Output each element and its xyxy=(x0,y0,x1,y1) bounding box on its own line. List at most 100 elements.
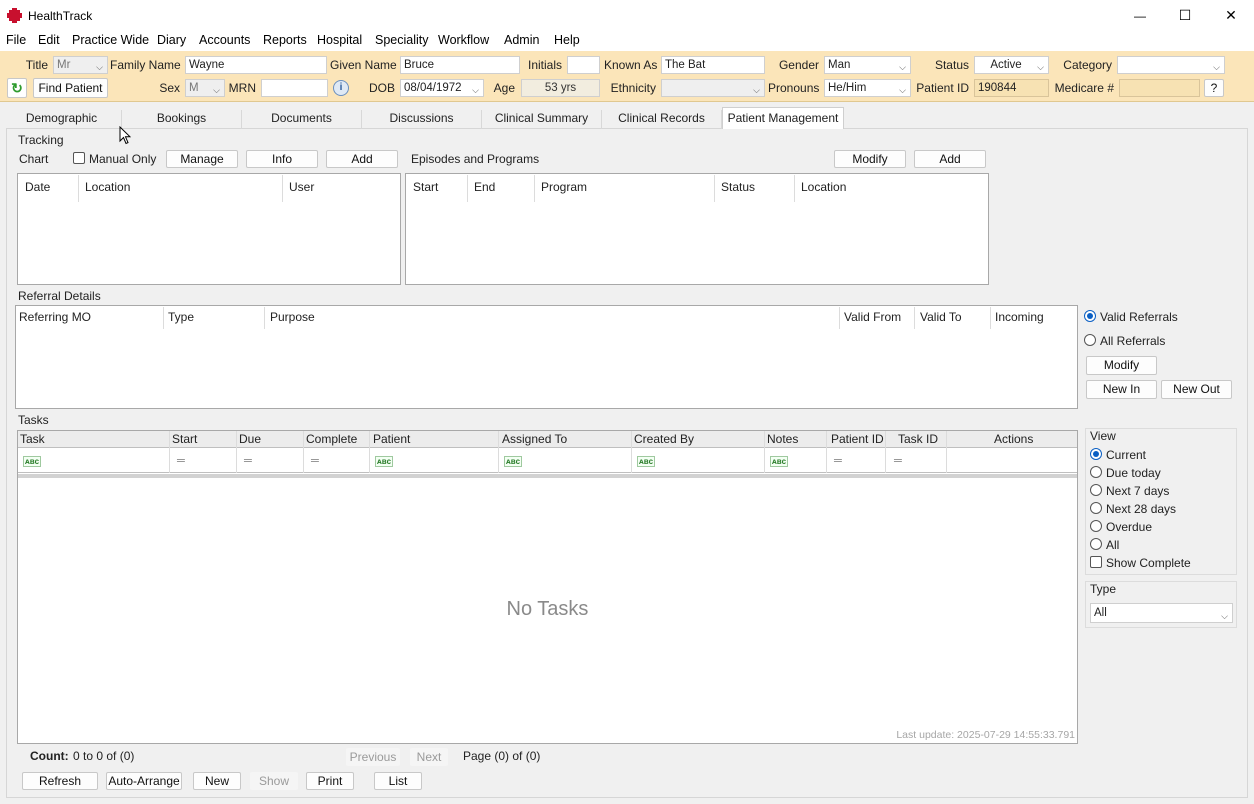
tab-demographic[interactable]: Demographic xyxy=(2,110,122,129)
print-button[interactable]: Print xyxy=(306,772,354,790)
manual-only-label[interactable]: Manual Only xyxy=(89,152,156,166)
title-select[interactable]: Mr ⌵ xyxy=(53,56,108,74)
view-next-28-days-radio[interactable] xyxy=(1090,502,1102,514)
valid-referrals-label[interactable]: Valid Referrals xyxy=(1100,310,1178,324)
tab-clinical-records[interactable]: Clinical Records xyxy=(602,110,722,129)
new-in-button[interactable]: New In xyxy=(1086,380,1157,399)
sex-select[interactable]: M ⌵ xyxy=(185,79,225,97)
tasks-col-assigned-to[interactable]: Assigned To xyxy=(502,432,567,446)
previous-page-button[interactable]: Previous xyxy=(346,748,400,766)
equals-filter-icon[interactable]: ═ xyxy=(177,456,185,467)
view-due-today-label[interactable]: Due today xyxy=(1106,466,1161,480)
info-button[interactable]: Info xyxy=(246,150,318,168)
menu-hospital[interactable]: Hospital xyxy=(317,33,362,47)
pronouns-select[interactable]: He/Him ⌵ xyxy=(824,79,911,97)
status-select[interactable]: Active ⌵ xyxy=(974,56,1049,74)
maximize-button[interactable]: ☐ xyxy=(1162,0,1208,31)
tab-clinical-summary[interactable]: Clinical Summary xyxy=(482,110,602,129)
view-current-label[interactable]: Current xyxy=(1106,448,1146,462)
tracking-add-button[interactable]: Add xyxy=(326,150,398,168)
tab-discussions[interactable]: Discussions xyxy=(362,110,482,129)
new-out-button[interactable]: New Out xyxy=(1161,380,1232,399)
list-button[interactable]: List xyxy=(374,772,422,790)
help-button[interactable]: ? xyxy=(1204,79,1224,97)
tab-documents[interactable]: Documents xyxy=(242,110,362,129)
show-complete-label[interactable]: Show Complete xyxy=(1106,556,1191,570)
manual-only-checkbox[interactable] xyxy=(73,152,85,164)
find-patient-button[interactable]: Find Patient xyxy=(33,78,108,98)
medicare-field[interactable] xyxy=(1119,79,1200,97)
refresh-patient-button[interactable]: ↻ xyxy=(7,78,27,98)
manage-button[interactable]: Manage xyxy=(166,150,238,168)
referral-col-valid-from[interactable]: Valid From xyxy=(844,310,901,324)
tasks-col-task-id[interactable]: Task ID xyxy=(898,432,938,446)
mrn-field[interactable] xyxy=(261,79,328,97)
menu-file[interactable]: File xyxy=(6,33,26,47)
menu-accounts[interactable]: Accounts xyxy=(199,33,250,47)
text-filter-icon[interactable]: ᴀʙc xyxy=(637,456,656,467)
tracking-table[interactable] xyxy=(17,173,401,285)
referral-col-incoming[interactable]: Incoming xyxy=(995,310,1044,324)
gender-select[interactable]: Man ⌵ xyxy=(824,56,911,74)
show-complete-checkbox[interactable] xyxy=(1090,556,1102,568)
close-button[interactable]: ✕ xyxy=(1208,0,1254,31)
episodes-col-location[interactable]: Location xyxy=(801,180,846,194)
text-filter-icon[interactable]: ᴀʙc xyxy=(770,456,789,467)
menu-admin[interactable]: Admin xyxy=(504,33,539,47)
category-select[interactable]: ⌵ xyxy=(1117,56,1225,74)
all-referrals-radio[interactable] xyxy=(1084,334,1096,346)
tracking-col-user[interactable]: User xyxy=(289,180,314,194)
view-all-label[interactable]: All xyxy=(1106,538,1119,552)
auto-arrange-button[interactable]: Auto-Arrange xyxy=(106,772,182,790)
equals-filter-icon[interactable]: ═ xyxy=(834,456,842,467)
view-next-7-days-label[interactable]: Next 7 days xyxy=(1106,484,1169,498)
view-all-radio[interactable] xyxy=(1090,538,1102,550)
episodes-col-end[interactable]: End xyxy=(474,180,495,194)
all-referrals-label[interactable]: All Referrals xyxy=(1100,334,1165,348)
view-due-today-radio[interactable] xyxy=(1090,466,1102,478)
tab-patient-management[interactable]: Patient Management xyxy=(722,107,844,129)
tasks-col-notes[interactable]: Notes xyxy=(767,432,798,446)
view-overdue-label[interactable]: Overdue xyxy=(1106,520,1152,534)
tasks-col-start[interactable]: Start xyxy=(172,432,197,446)
tasks-col-created-by[interactable]: Created By xyxy=(634,432,694,446)
episodes-col-start[interactable]: Start xyxy=(413,180,438,194)
referral-col-purpose[interactable]: Purpose xyxy=(270,310,315,324)
type-select[interactable]: All ⌵ xyxy=(1090,603,1233,623)
dob-field[interactable]: 08/04/1972 ⌵ xyxy=(400,79,484,97)
equals-filter-icon[interactable]: ═ xyxy=(244,456,252,467)
referral-col-type[interactable]: Type xyxy=(168,310,194,324)
view-next-28-days-label[interactable]: Next 28 days xyxy=(1106,502,1176,516)
info-icon[interactable]: i xyxy=(333,80,349,96)
refresh-button[interactable]: Refresh xyxy=(22,772,98,790)
tasks-col-patient-id[interactable]: Patient ID xyxy=(831,432,884,446)
tasks-col-task[interactable]: Task xyxy=(20,432,45,446)
minimize-button[interactable]: — xyxy=(1117,0,1163,31)
equals-filter-icon[interactable]: ═ xyxy=(311,456,319,467)
new-task-button[interactable]: New xyxy=(193,772,241,790)
tracking-col-date[interactable]: Date xyxy=(25,180,50,194)
tasks-col-patient[interactable]: Patient xyxy=(373,432,410,446)
show-task-button[interactable]: Show xyxy=(250,772,298,790)
menu-practice-wide[interactable]: Practice Wide xyxy=(72,33,149,47)
referral-modify-button[interactable]: Modify xyxy=(1086,356,1157,375)
episodes-modify-button[interactable]: Modify xyxy=(834,150,906,168)
view-current-radio[interactable] xyxy=(1090,448,1102,460)
episodes-col-program[interactable]: Program xyxy=(541,180,587,194)
ethnicity-select[interactable]: ⌵ xyxy=(661,79,765,97)
text-filter-icon[interactable]: ᴀʙc xyxy=(375,456,394,467)
view-next-7-days-radio[interactable] xyxy=(1090,484,1102,496)
text-filter-icon[interactable]: ᴀʙc xyxy=(504,456,523,467)
menu-help[interactable]: Help xyxy=(554,33,580,47)
family-name-field[interactable]: Wayne xyxy=(185,56,327,74)
tab-bookings[interactable]: Bookings xyxy=(122,110,242,129)
tasks-col-due[interactable]: Due xyxy=(239,432,261,446)
episodes-col-status[interactable]: Status xyxy=(721,180,755,194)
menu-reports[interactable]: Reports xyxy=(263,33,307,47)
known-as-field[interactable]: The Bat xyxy=(661,56,765,74)
given-name-field[interactable]: Bruce xyxy=(400,56,520,74)
tasks-col-complete[interactable]: Complete xyxy=(306,432,357,446)
view-overdue-radio[interactable] xyxy=(1090,520,1102,532)
initials-field[interactable] xyxy=(567,56,600,74)
menu-speciality[interactable]: Speciality xyxy=(375,33,429,47)
